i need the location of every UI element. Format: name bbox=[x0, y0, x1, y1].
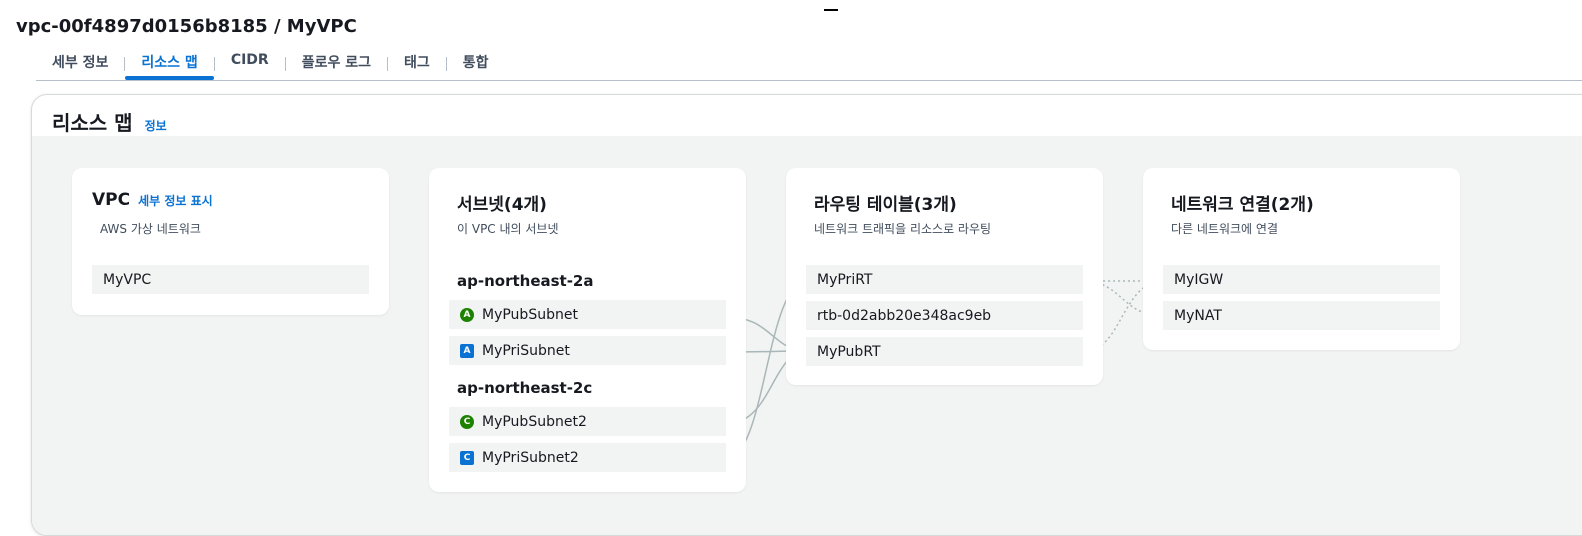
info-link[interactable]: 정보 bbox=[145, 117, 167, 134]
network-connections-title: 네트워크 연결(2개) bbox=[1171, 195, 1314, 215]
resource-map-canvas: VPC 세부 정보 표시 AWS 가상 네트워크 MyVPC 서브넷(4개) 이 … bbox=[32, 136, 1582, 535]
tab-details[interactable]: 세부 정보 bbox=[36, 46, 124, 80]
route-table-label: MyPriRT bbox=[817, 271, 873, 288]
show-details-link[interactable]: 세부 정보 표시 bbox=[138, 194, 213, 208]
subnet-item-myprisubnet2[interactable]: C MyPriSubnet2 bbox=[449, 443, 726, 472]
panel-title: 리소스 맵 bbox=[52, 111, 133, 135]
tab-bar: 세부 정보 리소스 맵 CIDR 플로우 로그 태그 통합 bbox=[36, 46, 505, 80]
tab-tags[interactable]: 태그 bbox=[388, 46, 446, 80]
route-tables-subtitle: 네트워크 트래픽을 리소스로 라우팅 bbox=[814, 222, 992, 236]
route-table-label: rtb-0d2abb20e348ac9eb bbox=[817, 307, 992, 324]
tab-integrations[interactable]: 통합 bbox=[447, 46, 505, 80]
network-connection-item-mynat[interactable]: MyNAT bbox=[1163, 301, 1440, 330]
resource-map-panel: 리소스 맵 정보 VPC 세부 정보 표시 AWS 가상 네트워크 MyVPC … bbox=[31, 94, 1582, 536]
public-subnet-badge-icon: C bbox=[460, 414, 474, 429]
route-table-item-myprirt[interactable]: MyPriRT bbox=[806, 265, 1083, 294]
route-tables-card: 라우팅 테이블(3개) 네트워크 트래픽을 리소스로 라우팅 MyPriRT r… bbox=[786, 168, 1103, 385]
tabs-underline bbox=[36, 80, 1582, 81]
tab-cidr[interactable]: CIDR bbox=[215, 46, 285, 80]
panel-header: 리소스 맵 정보 bbox=[32, 95, 1582, 135]
vpc-subtitle: AWS 가상 네트워크 bbox=[100, 222, 201, 236]
subnets-subtitle: 이 VPC 내의 서브넷 bbox=[457, 222, 559, 236]
window-minimize-icon[interactable] bbox=[824, 9, 838, 11]
vpc-name: MyVPC bbox=[103, 271, 152, 288]
private-subnet-badge-icon: A bbox=[460, 343, 474, 358]
subnet-label: MyPriSubnet bbox=[482, 342, 570, 359]
tab-flow-logs[interactable]: 플로우 로그 bbox=[286, 46, 387, 80]
route-table-label: MyPubRT bbox=[817, 343, 881, 360]
subnet-item-mypubsubnet[interactable]: A MyPubSubnet bbox=[449, 300, 726, 329]
private-subnet-badge-icon: C bbox=[460, 450, 474, 465]
network-connections-subtitle: 다른 네트워크에 연결 bbox=[1171, 222, 1278, 236]
subnet-label: MyPubSubnet2 bbox=[482, 413, 587, 430]
subnets-title: 서브넷(4개) bbox=[457, 195, 547, 215]
subnet-item-mypubsubnet2[interactable]: C MyPubSubnet2 bbox=[449, 407, 726, 436]
network-connection-label: MyIGW bbox=[1174, 271, 1224, 288]
vpc-card: VPC 세부 정보 표시 AWS 가상 네트워크 MyVPC bbox=[72, 168, 389, 315]
subnets-card: 서브넷(4개) 이 VPC 내의 서브넷 ap-northeast-2a A M… bbox=[429, 168, 746, 492]
page-title: vpc-00f4897d0156b8185 / MyVPC bbox=[16, 16, 357, 37]
subnet-item-myprisubnet[interactable]: A MyPriSubnet bbox=[449, 336, 726, 365]
vpc-card-title: VPC 세부 정보 표시 bbox=[92, 190, 213, 210]
route-table-item-mypubrt[interactable]: MyPubRT bbox=[806, 337, 1083, 366]
route-tables-title: 라우팅 테이블(3개) bbox=[814, 195, 957, 215]
tab-resource-map[interactable]: 리소스 맵 bbox=[125, 46, 215, 80]
network-connections-card: 네트워크 연결(2개) 다른 네트워크에 연결 MyIGW MyNAT bbox=[1143, 168, 1460, 350]
subnet-label: MyPubSubnet bbox=[482, 306, 578, 323]
network-connection-label: MyNAT bbox=[1174, 307, 1222, 324]
route-table-item-rtb[interactable]: rtb-0d2abb20e348ac9eb bbox=[806, 301, 1083, 330]
vpc-title: VPC bbox=[92, 190, 131, 210]
availability-zone-label: ap-northeast-2a bbox=[457, 272, 594, 290]
subnet-label: MyPriSubnet2 bbox=[482, 449, 579, 466]
network-connection-item-myigw[interactable]: MyIGW bbox=[1163, 265, 1440, 294]
public-subnet-badge-icon: A bbox=[460, 307, 474, 322]
availability-zone-label: ap-northeast-2c bbox=[457, 379, 593, 397]
vpc-item[interactable]: MyVPC bbox=[92, 265, 369, 294]
